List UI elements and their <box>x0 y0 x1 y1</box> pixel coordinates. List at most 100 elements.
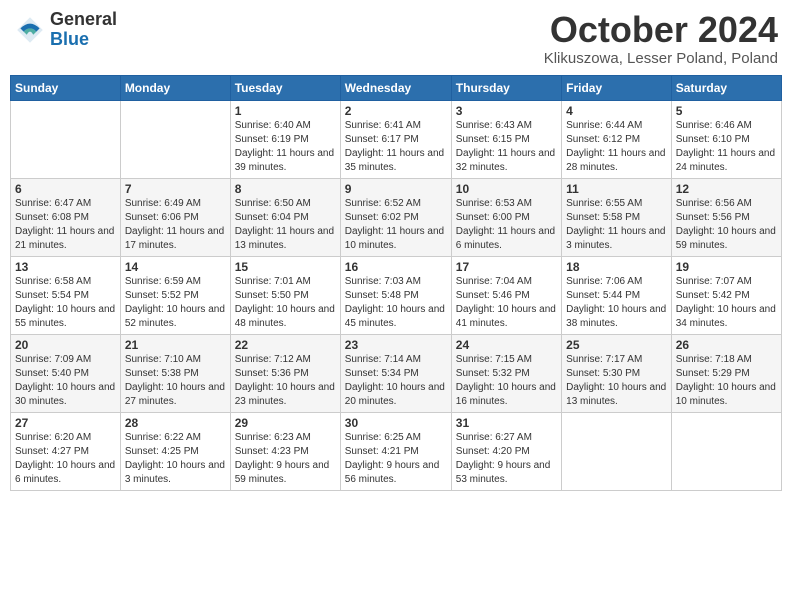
day-number: 10 <box>456 182 557 196</box>
calendar-cell: 14Sunrise: 6:59 AMSunset: 5:52 PMDayligh… <box>120 256 230 334</box>
calendar-cell: 12Sunrise: 6:56 AMSunset: 5:56 PMDayligh… <box>671 178 781 256</box>
day-info: Sunrise: 7:14 AMSunset: 5:34 PMDaylight:… <box>345 353 447 409</box>
day-info: Sunrise: 7:17 AMSunset: 5:30 PMDaylight:… <box>566 353 667 409</box>
day-info: Sunrise: 6:59 AMSunset: 5:52 PMDaylight:… <box>125 275 226 331</box>
calendar-cell: 11Sunrise: 6:55 AMSunset: 5:58 PMDayligh… <box>562 178 672 256</box>
day-number: 28 <box>125 416 226 430</box>
day-info: Sunrise: 6:25 AMSunset: 4:21 PMDaylight:… <box>345 431 447 487</box>
day-number: 4 <box>566 104 667 118</box>
day-number: 15 <box>235 260 336 274</box>
calendar-table: SundayMondayTuesdayWednesdayThursdayFrid… <box>10 75 782 491</box>
day-number: 23 <box>345 338 447 352</box>
day-number: 31 <box>456 416 557 430</box>
calendar-cell: 17Sunrise: 7:04 AMSunset: 5:46 PMDayligh… <box>451 256 561 334</box>
calendar-cell: 21Sunrise: 7:10 AMSunset: 5:38 PMDayligh… <box>120 334 230 412</box>
calendar-cell: 3Sunrise: 6:43 AMSunset: 6:15 PMDaylight… <box>451 100 561 178</box>
calendar-cell: 8Sunrise: 6:50 AMSunset: 6:04 PMDaylight… <box>230 178 340 256</box>
location: Klikuszowa, Lesser Poland, Poland <box>544 50 778 67</box>
calendar-cell: 4Sunrise: 6:44 AMSunset: 6:12 PMDaylight… <box>562 100 672 178</box>
weekday-header: Thursday <box>451 75 561 100</box>
day-number: 21 <box>125 338 226 352</box>
calendar-cell: 5Sunrise: 6:46 AMSunset: 6:10 PMDaylight… <box>671 100 781 178</box>
calendar-cell: 7Sunrise: 6:49 AMSunset: 6:06 PMDaylight… <box>120 178 230 256</box>
calendar-cell <box>11 100 121 178</box>
calendar-cell: 30Sunrise: 6:25 AMSunset: 4:21 PMDayligh… <box>340 412 451 490</box>
day-info: Sunrise: 7:09 AMSunset: 5:40 PMDaylight:… <box>15 353 116 409</box>
day-info: Sunrise: 7:04 AMSunset: 5:46 PMDaylight:… <box>456 275 557 331</box>
day-number: 27 <box>15 416 116 430</box>
weekday-header: Saturday <box>671 75 781 100</box>
day-info: Sunrise: 6:49 AMSunset: 6:06 PMDaylight:… <box>125 197 226 253</box>
calendar-cell: 18Sunrise: 7:06 AMSunset: 5:44 PMDayligh… <box>562 256 672 334</box>
calendar-cell <box>562 412 672 490</box>
logo: General Blue <box>14 10 117 50</box>
calendar-week-row: 6Sunrise: 6:47 AMSunset: 6:08 PMDaylight… <box>11 178 782 256</box>
day-number: 18 <box>566 260 667 274</box>
title-block: October 2024 Klikuszowa, Lesser Poland, … <box>544 10 778 67</box>
day-info: Sunrise: 6:56 AMSunset: 5:56 PMDaylight:… <box>676 197 777 253</box>
calendar-cell: 25Sunrise: 7:17 AMSunset: 5:30 PMDayligh… <box>562 334 672 412</box>
calendar-cell: 27Sunrise: 6:20 AMSunset: 4:27 PMDayligh… <box>11 412 121 490</box>
calendar-header-row: SundayMondayTuesdayWednesdayThursdayFrid… <box>11 75 782 100</box>
calendar-cell <box>120 100 230 178</box>
day-info: Sunrise: 6:41 AMSunset: 6:17 PMDaylight:… <box>345 119 447 175</box>
calendar-cell: 28Sunrise: 6:22 AMSunset: 4:25 PMDayligh… <box>120 412 230 490</box>
calendar-cell: 10Sunrise: 6:53 AMSunset: 6:00 PMDayligh… <box>451 178 561 256</box>
day-number: 9 <box>345 182 447 196</box>
logo-general-text: General <box>50 10 117 30</box>
calendar-cell: 2Sunrise: 6:41 AMSunset: 6:17 PMDaylight… <box>340 100 451 178</box>
calendar-cell: 16Sunrise: 7:03 AMSunset: 5:48 PMDayligh… <box>340 256 451 334</box>
day-number: 30 <box>345 416 447 430</box>
day-number: 12 <box>676 182 777 196</box>
day-number: 19 <box>676 260 777 274</box>
calendar-cell <box>671 412 781 490</box>
day-number: 16 <box>345 260 447 274</box>
day-number: 1 <box>235 104 336 118</box>
day-info: Sunrise: 6:40 AMSunset: 6:19 PMDaylight:… <box>235 119 336 175</box>
day-number: 14 <box>125 260 226 274</box>
day-number: 17 <box>456 260 557 274</box>
day-info: Sunrise: 6:50 AMSunset: 6:04 PMDaylight:… <box>235 197 336 253</box>
weekday-header: Friday <box>562 75 672 100</box>
calendar-cell: 20Sunrise: 7:09 AMSunset: 5:40 PMDayligh… <box>11 334 121 412</box>
day-info: Sunrise: 7:10 AMSunset: 5:38 PMDaylight:… <box>125 353 226 409</box>
day-info: Sunrise: 6:52 AMSunset: 6:02 PMDaylight:… <box>345 197 447 253</box>
weekday-header: Monday <box>120 75 230 100</box>
calendar-cell: 22Sunrise: 7:12 AMSunset: 5:36 PMDayligh… <box>230 334 340 412</box>
weekday-header: Wednesday <box>340 75 451 100</box>
logo-text: General Blue <box>50 10 117 50</box>
calendar-week-row: 13Sunrise: 6:58 AMSunset: 5:54 PMDayligh… <box>11 256 782 334</box>
day-number: 6 <box>15 182 116 196</box>
day-info: Sunrise: 7:18 AMSunset: 5:29 PMDaylight:… <box>676 353 777 409</box>
day-info: Sunrise: 7:06 AMSunset: 5:44 PMDaylight:… <box>566 275 667 331</box>
calendar-week-row: 1Sunrise: 6:40 AMSunset: 6:19 PMDaylight… <box>11 100 782 178</box>
day-number: 3 <box>456 104 557 118</box>
calendar-cell: 6Sunrise: 6:47 AMSunset: 6:08 PMDaylight… <box>11 178 121 256</box>
day-number: 13 <box>15 260 116 274</box>
calendar-cell: 1Sunrise: 6:40 AMSunset: 6:19 PMDaylight… <box>230 100 340 178</box>
day-info: Sunrise: 6:58 AMSunset: 5:54 PMDaylight:… <box>15 275 116 331</box>
day-info: Sunrise: 6:53 AMSunset: 6:00 PMDaylight:… <box>456 197 557 253</box>
day-info: Sunrise: 6:22 AMSunset: 4:25 PMDaylight:… <box>125 431 226 487</box>
calendar-cell: 29Sunrise: 6:23 AMSunset: 4:23 PMDayligh… <box>230 412 340 490</box>
day-number: 22 <box>235 338 336 352</box>
day-number: 20 <box>15 338 116 352</box>
day-info: Sunrise: 7:15 AMSunset: 5:32 PMDaylight:… <box>456 353 557 409</box>
calendar-cell: 26Sunrise: 7:18 AMSunset: 5:29 PMDayligh… <box>671 334 781 412</box>
month-title: October 2024 <box>544 10 778 50</box>
day-number: 2 <box>345 104 447 118</box>
day-info: Sunrise: 6:43 AMSunset: 6:15 PMDaylight:… <box>456 119 557 175</box>
logo-icon <box>14 14 46 46</box>
calendar-cell: 15Sunrise: 7:01 AMSunset: 5:50 PMDayligh… <box>230 256 340 334</box>
calendar-week-row: 20Sunrise: 7:09 AMSunset: 5:40 PMDayligh… <box>11 334 782 412</box>
day-info: Sunrise: 7:12 AMSunset: 5:36 PMDaylight:… <box>235 353 336 409</box>
day-number: 5 <box>676 104 777 118</box>
day-info: Sunrise: 6:23 AMSunset: 4:23 PMDaylight:… <box>235 431 336 487</box>
calendar-cell: 9Sunrise: 6:52 AMSunset: 6:02 PMDaylight… <box>340 178 451 256</box>
day-info: Sunrise: 6:47 AMSunset: 6:08 PMDaylight:… <box>15 197 116 253</box>
calendar-cell: 13Sunrise: 6:58 AMSunset: 5:54 PMDayligh… <box>11 256 121 334</box>
page-header: General Blue October 2024 Klikuszowa, Le… <box>10 10 782 67</box>
calendar-cell: 24Sunrise: 7:15 AMSunset: 5:32 PMDayligh… <box>451 334 561 412</box>
calendar-week-row: 27Sunrise: 6:20 AMSunset: 4:27 PMDayligh… <box>11 412 782 490</box>
day-number: 25 <box>566 338 667 352</box>
